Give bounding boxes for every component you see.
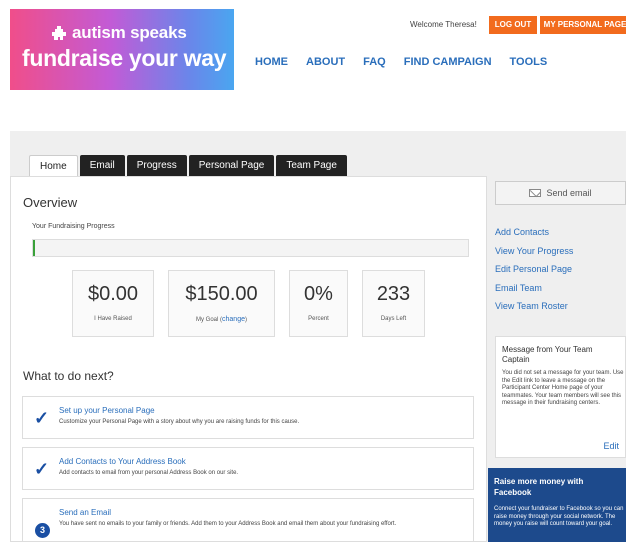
progress-fill [33,240,35,256]
nav-home[interactable]: HOME [255,56,288,68]
stat-raised-label: I Have Raised [94,316,132,322]
tab-email[interactable]: Email [79,155,125,176]
change-goal-link[interactable]: change [222,316,245,323]
tab-team-page[interactable]: Team Page [276,155,347,176]
nav-find-campaign[interactable]: FIND CAMPAIGN [404,56,492,68]
todo-item[interactable]: ✓ Add Contacts to Your Address Book Add … [22,447,474,490]
brand-tagline: fundraise your way [22,45,227,71]
progress-label: Your Fundraising Progress [32,223,115,230]
sidebar-links: Add Contacts View Your Progress Edit Per… [495,227,573,320]
welcome-text: Welcome Theresa! [410,20,477,29]
message-body: You did not set a message for your team.… [502,370,624,407]
send-email-button[interactable]: Send email [495,181,626,205]
puzzle-piece-icon [52,26,66,40]
team-captain-message: Message from Your Team Captain You did n… [495,336,626,458]
todo-desc: You have sent no emails to your family o… [59,521,397,527]
checkmark-icon: ✓ [34,408,50,428]
facebook-promo: Raise more money with Facebook Connect y… [488,468,626,542]
message-title: Message from Your Team Captain [502,345,593,364]
overview-heading: Overview [23,195,78,210]
stat-days-left-label: Days Left [380,316,407,322]
facebook-promo-title: Raise more money with Facebook [494,477,584,497]
stat-goal: $150.00 My Goal (change) [168,270,275,337]
link-email-team[interactable]: Email Team [495,283,573,302]
stat-raised: $0.00 I Have Raised [72,270,154,337]
checkmark-icon: ✓ [34,459,50,479]
tab-personal-page[interactable]: Personal Page [188,155,275,176]
progress-bar [32,239,469,257]
link-view-progress[interactable]: View Your Progress [495,246,573,265]
link-edit-personal-page[interactable]: Edit Personal Page [495,264,573,283]
stat-goal-label-text: My Goal ( [196,317,223,323]
stat-goal-label-end: ) [244,317,247,323]
todo-desc: Customize your Personal Page with a stor… [59,419,300,425]
nav-faq[interactable]: FAQ [363,56,386,68]
stat-raised-value: $0.00 [87,283,139,305]
link-add-contacts[interactable]: Add Contacts [495,227,573,246]
todo-item[interactable]: ✓ Set up your Personal Page Customize yo… [22,396,474,439]
stat-percent: 0% Percent [289,270,348,337]
brand-logo[interactable]: autism speaks fundraise your way [10,9,234,90]
todo-title[interactable]: Set up your Personal Page [59,406,155,415]
logout-button[interactable]: LOG OUT [489,16,537,34]
nav-about[interactable]: ABOUT [306,56,345,68]
brand-name: autism speaks [72,23,187,42]
todo-title[interactable]: Add Contacts to Your Address Book [59,457,186,466]
tab-home[interactable]: Home [29,155,78,176]
link-view-team-roster[interactable]: View Team Roster [495,301,573,320]
todo-item[interactable]: 3 Send an Email You have sent no emails … [22,498,474,542]
stat-goal-label: My Goal (change) [169,316,274,323]
tab-bar: Home Email Progress Personal Page Team P… [29,155,347,176]
step-number-icon: 3 [35,523,50,538]
edit-message-link[interactable]: Edit [603,441,619,451]
todo-desc: Add contacts to email from your personal… [59,470,239,476]
stat-days-left: 233 Days Left [362,270,425,337]
send-email-label: Send email [546,188,592,198]
todo-title[interactable]: Send an Email [59,508,111,517]
stat-days-left-value: 233 [376,283,411,305]
stat-percent-label: Percent [308,316,329,322]
facebook-promo-body: Connect your fundraiser to Facebook so y… [494,506,624,527]
main-nav: HOME ABOUT FAQ FIND CAMPAIGN TOOLS [255,56,547,68]
stat-percent-value: 0% [304,283,333,305]
next-steps-heading: What to do next? [23,369,114,383]
envelope-icon [529,189,542,197]
nav-tools[interactable]: TOOLS [510,56,548,68]
stat-goal-value: $150.00 [185,283,258,305]
logo-wordmark: autism speaks [52,23,187,43]
my-personal-page-button[interactable]: MY PERSONAL PAGE [540,16,626,34]
tab-progress[interactable]: Progress [126,155,187,176]
